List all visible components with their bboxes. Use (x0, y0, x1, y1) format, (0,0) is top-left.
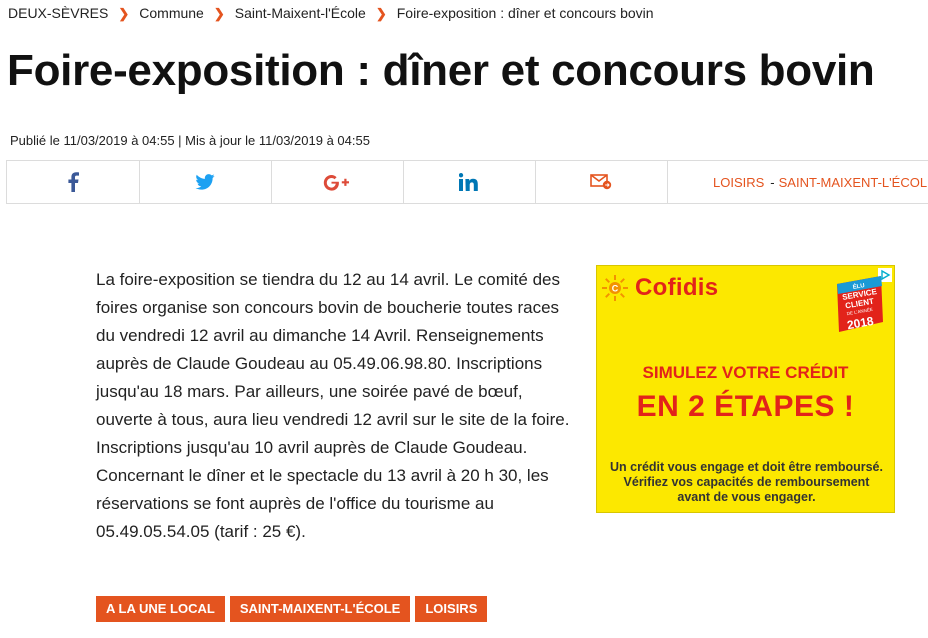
tag-loisirs[interactable]: LOISIRS (415, 596, 488, 622)
ad-disclaimer: Un crédit vous engage et doit être rembo… (610, 460, 883, 504)
tag-saint-maixent[interactable]: SAINT-MAIXENT-L'ÉCOLE (229, 596, 411, 622)
share-email-button[interactable] (535, 161, 668, 203)
share-linkedin-button[interactable] (403, 161, 536, 203)
share-twitter-button[interactable] (139, 161, 272, 203)
share-tag-saint-maixent[interactable]: SAINT-MAIXENT-L'ÉCOLE (779, 175, 928, 190)
svg-text:C: C (612, 284, 619, 294)
tag-a-la-une-local[interactable]: A LA UNE LOCAL (96, 596, 225, 622)
breadcrumb: DEUX-SÈVRES ❯ Commune ❯ Saint-Maixent-l'Écol… (8, 5, 654, 22)
ad-brand-name: Cofidis (635, 274, 719, 301)
share-google-plus-button[interactable] (271, 161, 404, 203)
chevron-right-icon: ❯ (375, 6, 387, 21)
advertisement-banner[interactable]: C Cofidis ÉLU SERVICE CLIENT DE L'ANNÉE … (596, 265, 895, 513)
share-bar: LOISIRS - SAINT-MAIXENT-L'ÉCOLE (6, 160, 928, 204)
tag-separator: - (770, 175, 775, 190)
google-plus-icon (323, 175, 349, 191)
page-title: Foire-exposition : dîner et concours bov… (7, 46, 875, 95)
breadcrumb-current: Foire-exposition : dîner et concours bov… (396, 5, 654, 21)
linkedin-icon (459, 173, 478, 191)
email-icon (590, 174, 612, 190)
breadcrumb-commune[interactable]: Commune (139, 5, 204, 21)
sun-icon: C (602, 275, 628, 301)
article-body: La foire-exposition se tiendra du 12 au … (96, 270, 570, 541)
chevron-right-icon: ❯ (213, 6, 225, 21)
ad-headline: SIMULEZ VOTRE CRÉDIT (642, 363, 849, 382)
article-tags: A LA UNE LOCAL SAINT-MAIXENT-L'ÉCOLE LOI… (96, 596, 492, 622)
breadcrumb-saint-maixent[interactable]: Saint-Maixent-l'École (235, 5, 366, 21)
award-badge: ÉLU SERVICE CLIENT DE L'ANNÉE 2018 (837, 276, 883, 332)
twitter-icon (195, 174, 215, 190)
chevron-right-icon: ❯ (118, 6, 130, 21)
ad-logo: C Cofidis (601, 274, 718, 302)
share-facebook-button[interactable] (7, 161, 140, 203)
publication-dates: Publié le 11/03/2019 à 04:55 | Mis à jou… (10, 133, 370, 148)
breadcrumb-deux-sevres[interactable]: DEUX-SÈVRES (8, 5, 108, 21)
share-bar-tags: LOISIRS - SAINT-MAIXENT-L'ÉCOLE (713, 175, 928, 190)
facebook-icon (68, 172, 79, 192)
share-tag-loisirs[interactable]: LOISIRS (713, 175, 764, 190)
ad-subheadline: EN 2 ÉTAPES ! (636, 390, 855, 423)
